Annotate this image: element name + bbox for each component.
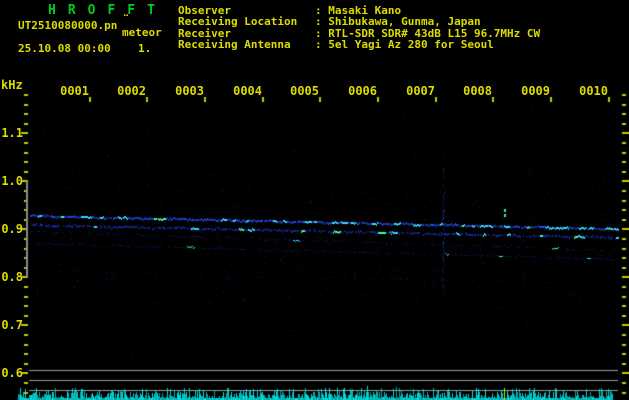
time-tick-label: 0002 xyxy=(117,84,146,98)
field-value: : 5el Yagi Az 280 for Seoul xyxy=(315,38,494,52)
observation-datetime: 25.10.08 00:00 xyxy=(18,42,111,55)
spectrogram-canvas xyxy=(0,0,629,400)
time-tick-label: 0005 xyxy=(290,84,319,98)
meteor-label: meteor xyxy=(122,26,162,39)
time-tick-label: 0010 xyxy=(579,84,608,98)
metadata-row: Receiving Location: Shibukawa, Gunma, Ja… xyxy=(178,15,618,28)
freq-tick-label: 0.9 xyxy=(1,222,23,236)
freq-tick-label: 0.6 xyxy=(1,366,23,380)
time-tick-label: 0003 xyxy=(175,84,204,98)
app-title: HROFFT xyxy=(48,3,167,18)
freq-axis-unit: kHz xyxy=(1,78,23,92)
freq-tick-label: 0.8 xyxy=(1,270,23,284)
freq-tick-label: 0.7 xyxy=(1,318,23,332)
freq-tick-label: 1.1 xyxy=(1,126,23,140)
time-tick-label: 0008 xyxy=(463,84,492,98)
time-tick-label: 0004 xyxy=(233,84,262,98)
field-label: Receiving Antenna xyxy=(178,38,291,52)
metadata-row: Receiver: RTL-SDR SDR# 43dB L15 96.7MHz … xyxy=(178,27,618,40)
sequence-number: 1. xyxy=(138,42,152,55)
time-tick-label: 0009 xyxy=(521,84,550,98)
time-tick-label: 0006 xyxy=(348,84,377,98)
metadata-row: Observer: Masaki Kano xyxy=(178,4,618,17)
hrofft-screen: HROFFT UT2510080000.pn ¨ meteor 25.10.08… xyxy=(0,0,629,400)
metadata-fields: Observer: Masaki Kano Receiving Location:… xyxy=(178,4,618,54)
time-tick-label: 0007 xyxy=(406,84,435,98)
metadata-row: Receiving Antenna : 5el Yagi Az 280 for S… xyxy=(178,38,618,52)
freq-tick-label: 1.0 xyxy=(1,174,23,188)
output-filename: UT2510080000.pn xyxy=(18,19,118,32)
time-tick-label: 0001 xyxy=(60,84,89,98)
